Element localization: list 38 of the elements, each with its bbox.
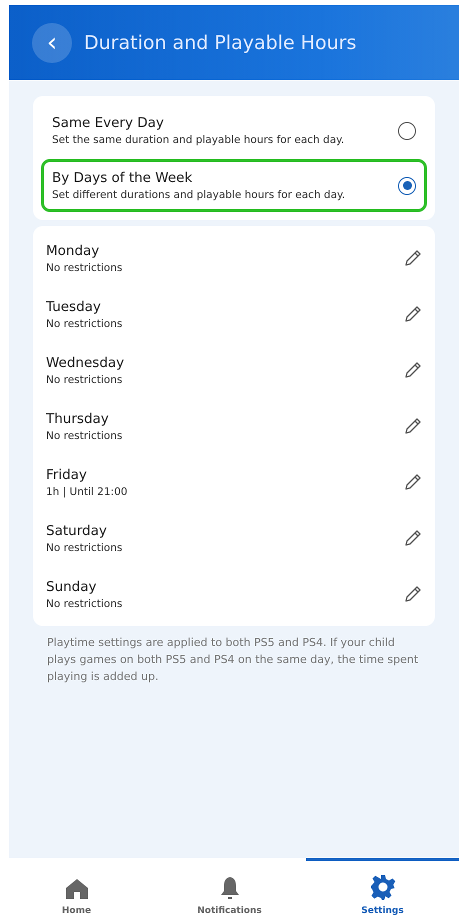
day-name: Saturday	[46, 522, 108, 538]
day-setting: 1h | Until 21:00	[46, 486, 128, 498]
day-setting: No restrictions	[46, 262, 122, 274]
option-title: Same Every Day	[52, 115, 165, 131]
option-row[interactable]: Same Every Day Set the same duration and playable hours for each day.	[41, 104, 427, 157]
edit-icon[interactable]	[404, 473, 422, 491]
info-note: Playtime settings are applied to both PS5 and PS4. If your child plays games on both PS5 and PS4 on the same day, the time spent playing is added up.	[46, 635, 420, 685]
day-setting: No restrictions	[46, 598, 122, 610]
option-description: Set the same duration and playable hours for each day.	[52, 134, 344, 146]
day-name: Tuesday	[46, 298, 102, 314]
day-name: Friday	[46, 466, 88, 482]
screen-title: Duration and Playable Hours	[84, 32, 356, 54]
option-description: Set different durations and playable hours for each day.	[52, 189, 346, 201]
bell-icon	[218, 876, 240, 900]
edit-icon[interactable]	[404, 529, 422, 547]
option-row[interactable]: By Days of the Week Set different durations and playable hours for each day.	[41, 159, 427, 212]
day-setting: No restrictions	[46, 430, 122, 442]
edit-icon[interactable]	[404, 305, 422, 323]
edit-icon[interactable]	[404, 417, 422, 435]
day-setting: No restrictions	[46, 374, 124, 386]
edit-icon[interactable]	[404, 249, 422, 267]
nav-tab[interactable]: Home	[0, 858, 153, 918]
day-name: Sunday	[46, 578, 98, 594]
nav-tab[interactable]: Settings	[306, 858, 459, 918]
option-title: By Days of the Week	[52, 170, 194, 186]
day-name: Thursday	[46, 410, 110, 426]
edit-icon[interactable]	[404, 585, 422, 603]
home-icon	[64, 878, 88, 900]
back-button[interactable]: ‹	[32, 22, 72, 62]
day-setting: No restrictions	[46, 318, 122, 330]
settings-icon	[370, 874, 396, 900]
edit-icon[interactable]	[404, 361, 422, 379]
day-setting: No restrictions	[46, 542, 122, 554]
day-name: Wednesday	[46, 354, 124, 370]
radio-button[interactable]	[398, 176, 416, 194]
day-name: Monday	[46, 242, 100, 258]
nav-tab[interactable]: Notifications	[153, 858, 306, 918]
radio-button[interactable]	[398, 122, 416, 140]
